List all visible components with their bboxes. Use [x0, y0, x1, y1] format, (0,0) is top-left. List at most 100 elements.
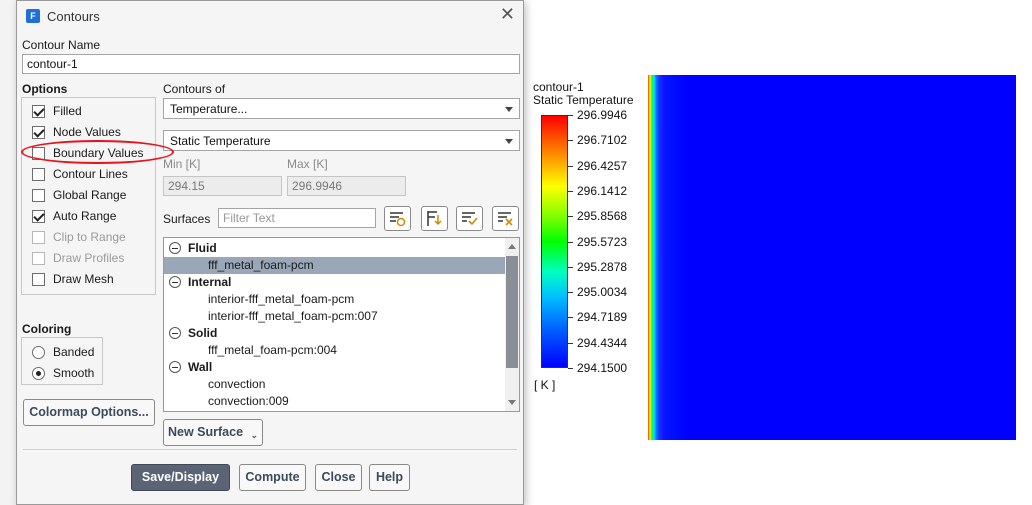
option-clip-to-range: Clip to Range	[32, 228, 126, 246]
contours-of-value: Temperature...	[170, 102, 248, 116]
node-values-label: Node Values	[53, 125, 121, 139]
colorbar	[541, 115, 568, 368]
contours-of-dropdown[interactable]: Temperature...	[163, 98, 520, 119]
colorbar-tick-label: 296.4257	[577, 159, 628, 173]
save-display-button[interactable]: Save/Display	[131, 464, 230, 491]
contours-of-sub-value: Static Temperature	[170, 134, 271, 148]
banded-label: Banded	[53, 345, 95, 359]
check-surfaces-button[interactable]	[456, 206, 483, 231]
coloring-banded[interactable]: Banded	[32, 343, 94, 361]
list-item[interactable]: fff_metal_foam-pcm	[164, 257, 505, 274]
coloring-group: Banded Smooth	[21, 337, 103, 385]
coloring-smooth[interactable]: Smooth	[32, 364, 94, 382]
tree-group-wall[interactable]: Wall	[164, 359, 505, 376]
scroll-down-icon[interactable]	[508, 400, 516, 405]
new-surface-label: New Surface	[168, 425, 244, 439]
global-range-label: Global Range	[53, 188, 127, 202]
contours-of-label: Contours of	[163, 82, 226, 96]
option-draw-mesh[interactable]: Draw Mesh	[32, 270, 114, 288]
group-label: Internal	[188, 275, 232, 289]
scroll-up-icon[interactable]	[508, 244, 516, 249]
option-node-values[interactable]: Node Values	[32, 123, 121, 141]
option-global-range[interactable]: Global Range	[32, 186, 126, 204]
group-label: Fluid	[188, 241, 217, 255]
scroll-thumb[interactable]	[506, 256, 518, 368]
colorbar-tick	[568, 216, 573, 217]
global-range-checkbox[interactable]	[32, 188, 45, 202]
draw-profiles-checkbox	[32, 251, 45, 265]
colorbar-tick-label: 295.5723	[577, 235, 628, 249]
colorbar-tick-label: 296.1412	[577, 184, 628, 198]
colorbar-tick	[568, 115, 573, 116]
compute-button[interactable]: Compute	[239, 464, 306, 491]
surfaces-list[interactable]: Fluid fff_metal_foam-pcm Internal interi…	[163, 237, 520, 412]
select-all-surfaces-button[interactable]	[384, 206, 411, 231]
node-values-checkbox[interactable]	[32, 125, 45, 139]
close-icon[interactable]: ✕	[500, 4, 515, 25]
dialog-titlebar: F Contours ✕	[17, 1, 523, 31]
collapse-icon[interactable]	[169, 276, 181, 288]
colorbar-tick-label: 294.4344	[577, 336, 628, 350]
tree-group-internal[interactable]: Internal	[164, 274, 505, 291]
contour-lines-label: Contour Lines	[53, 167, 128, 181]
collapse-icon[interactable]	[169, 361, 181, 373]
list-item[interactable]: convection:009	[164, 393, 505, 410]
min-label: Min [K]	[163, 157, 201, 171]
colorbar-tick-label: 295.2878	[577, 260, 628, 274]
clear-surfaces-button[interactable]	[492, 206, 519, 231]
colorbar-tick-label: 296.9946	[577, 108, 628, 122]
option-contour-lines[interactable]: Contour Lines	[32, 165, 128, 183]
contour-field-view[interactable]	[648, 75, 1016, 440]
group-label: Wall	[188, 360, 213, 374]
colorbar-tick	[568, 368, 573, 369]
list-sort-icon	[427, 211, 442, 226]
list-item[interactable]: convection	[164, 376, 505, 393]
surfaces-scrollbar[interactable]	[505, 238, 519, 411]
colorbar-tick	[568, 242, 573, 243]
tree-group-solid[interactable]: Solid	[164, 325, 505, 342]
option-auto-range[interactable]: Auto Range	[32, 207, 116, 225]
colorbar-tick	[568, 343, 573, 344]
list-item[interactable]: interior-fff_metal_foam-pcm:007	[164, 308, 505, 325]
auto-range-checkbox[interactable]	[32, 209, 45, 223]
options-group: Filled Node Values Boundary Values Conto…	[21, 97, 156, 295]
draw-mesh-checkbox[interactable]	[32, 272, 45, 286]
close-button[interactable]: Close	[315, 464, 362, 491]
max-label: Max [K]	[287, 157, 328, 171]
draw-profiles-label: Draw Profiles	[53, 251, 125, 265]
legend-title: contour-1	[533, 80, 584, 94]
annotation-ellipse	[21, 140, 174, 164]
max-field: 296.9946	[287, 176, 406, 196]
help-button[interactable]: Help	[369, 464, 410, 491]
colorbar-tick	[568, 191, 573, 192]
dialog-title: Contours	[47, 9, 100, 24]
surface-filter-input[interactable]: Filter Text	[218, 208, 376, 228]
contour-name-label: Contour Name	[22, 38, 101, 52]
surfaces-label: Surfaces	[163, 212, 211, 226]
fluent-app-icon: F	[26, 9, 40, 23]
colorbar-tick	[568, 317, 573, 318]
contours-of-sub-dropdown[interactable]: Static Temperature	[163, 130, 520, 151]
coloring-label: Coloring	[22, 322, 72, 336]
list-clear-icon	[498, 212, 513, 226]
colorbar-tick-label: 296.7102	[577, 133, 628, 147]
option-filled[interactable]: Filled	[32, 102, 82, 120]
colorbar-unit: [ K ]	[534, 378, 556, 392]
option-draw-profiles: Draw Profiles	[32, 249, 124, 267]
contour-name-input[interactable]: contour-1	[22, 54, 520, 74]
list-check-icon	[462, 212, 478, 226]
list-item[interactable]: fff_metal_foam-pcm:004	[164, 342, 505, 359]
smooth-label: Smooth	[53, 366, 95, 380]
tree-group-fluid[interactable]: Fluid	[164, 240, 505, 257]
list-item[interactable]: interior-fff_metal_foam-pcm	[164, 291, 505, 308]
contour-lines-checkbox[interactable]	[32, 167, 45, 181]
banded-radio[interactable]	[32, 345, 45, 359]
collapse-icon[interactable]	[169, 242, 181, 254]
footer-divider	[23, 449, 517, 450]
new-surface-button[interactable]: New Surface ⌄	[163, 419, 263, 446]
filled-checkbox[interactable]	[32, 104, 45, 118]
smooth-radio[interactable]	[32, 366, 45, 380]
collapse-icon[interactable]	[169, 327, 181, 339]
colormap-options-button[interactable]: Colormap Options...	[23, 399, 155, 426]
sort-surfaces-button[interactable]	[421, 206, 448, 231]
